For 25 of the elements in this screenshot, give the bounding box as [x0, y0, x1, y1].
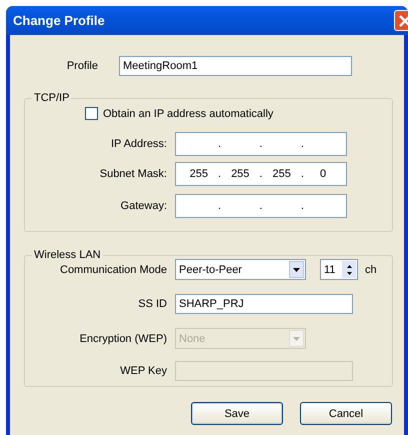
mode-dropdown[interactable]: Peer-to-Peer [175, 259, 306, 280]
field-label: Encryption (WEP) [78, 332, 167, 344]
channel-unit: ch [365, 264, 377, 276]
window-title: Change Profile [13, 13, 105, 28]
field-label: Subnet Mask: [98, 168, 167, 180]
field-label: Gateway: [120, 200, 167, 212]
spinner-arrows-icon [342, 261, 356, 278]
save-button[interactable]: Save [191, 402, 283, 425]
field-label: Communication Mode [59, 264, 167, 276]
ssid-field[interactable]: SHARP_PRJ [175, 294, 353, 314]
checkbox[interactable] [85, 107, 98, 120]
field-label: WEP Key [119, 365, 167, 377]
channel-spinner[interactable]: 11 [320, 259, 358, 280]
group-legend: TCP/IP [32, 92, 72, 104]
field-label: IP Address: [110, 138, 167, 150]
cancel-button[interactable]: Cancel [300, 402, 392, 425]
profile-label: Profile [66, 60, 98, 72]
ip-address-field[interactable]: . . . [175, 132, 347, 156]
group-legend: Wireless LAN [32, 249, 103, 261]
close-icon [398, 14, 408, 28]
ip-address-field[interactable]: 255 . 255 . 255 . 0 [175, 162, 347, 186]
profile-field[interactable]: MeetingRoom1 [119, 56, 352, 76]
field-label: SS ID [137, 298, 167, 310]
checkbox-label: Obtain an IP address automatically [103, 108, 274, 120]
ip-address-field[interactable]: . . . [175, 194, 347, 218]
